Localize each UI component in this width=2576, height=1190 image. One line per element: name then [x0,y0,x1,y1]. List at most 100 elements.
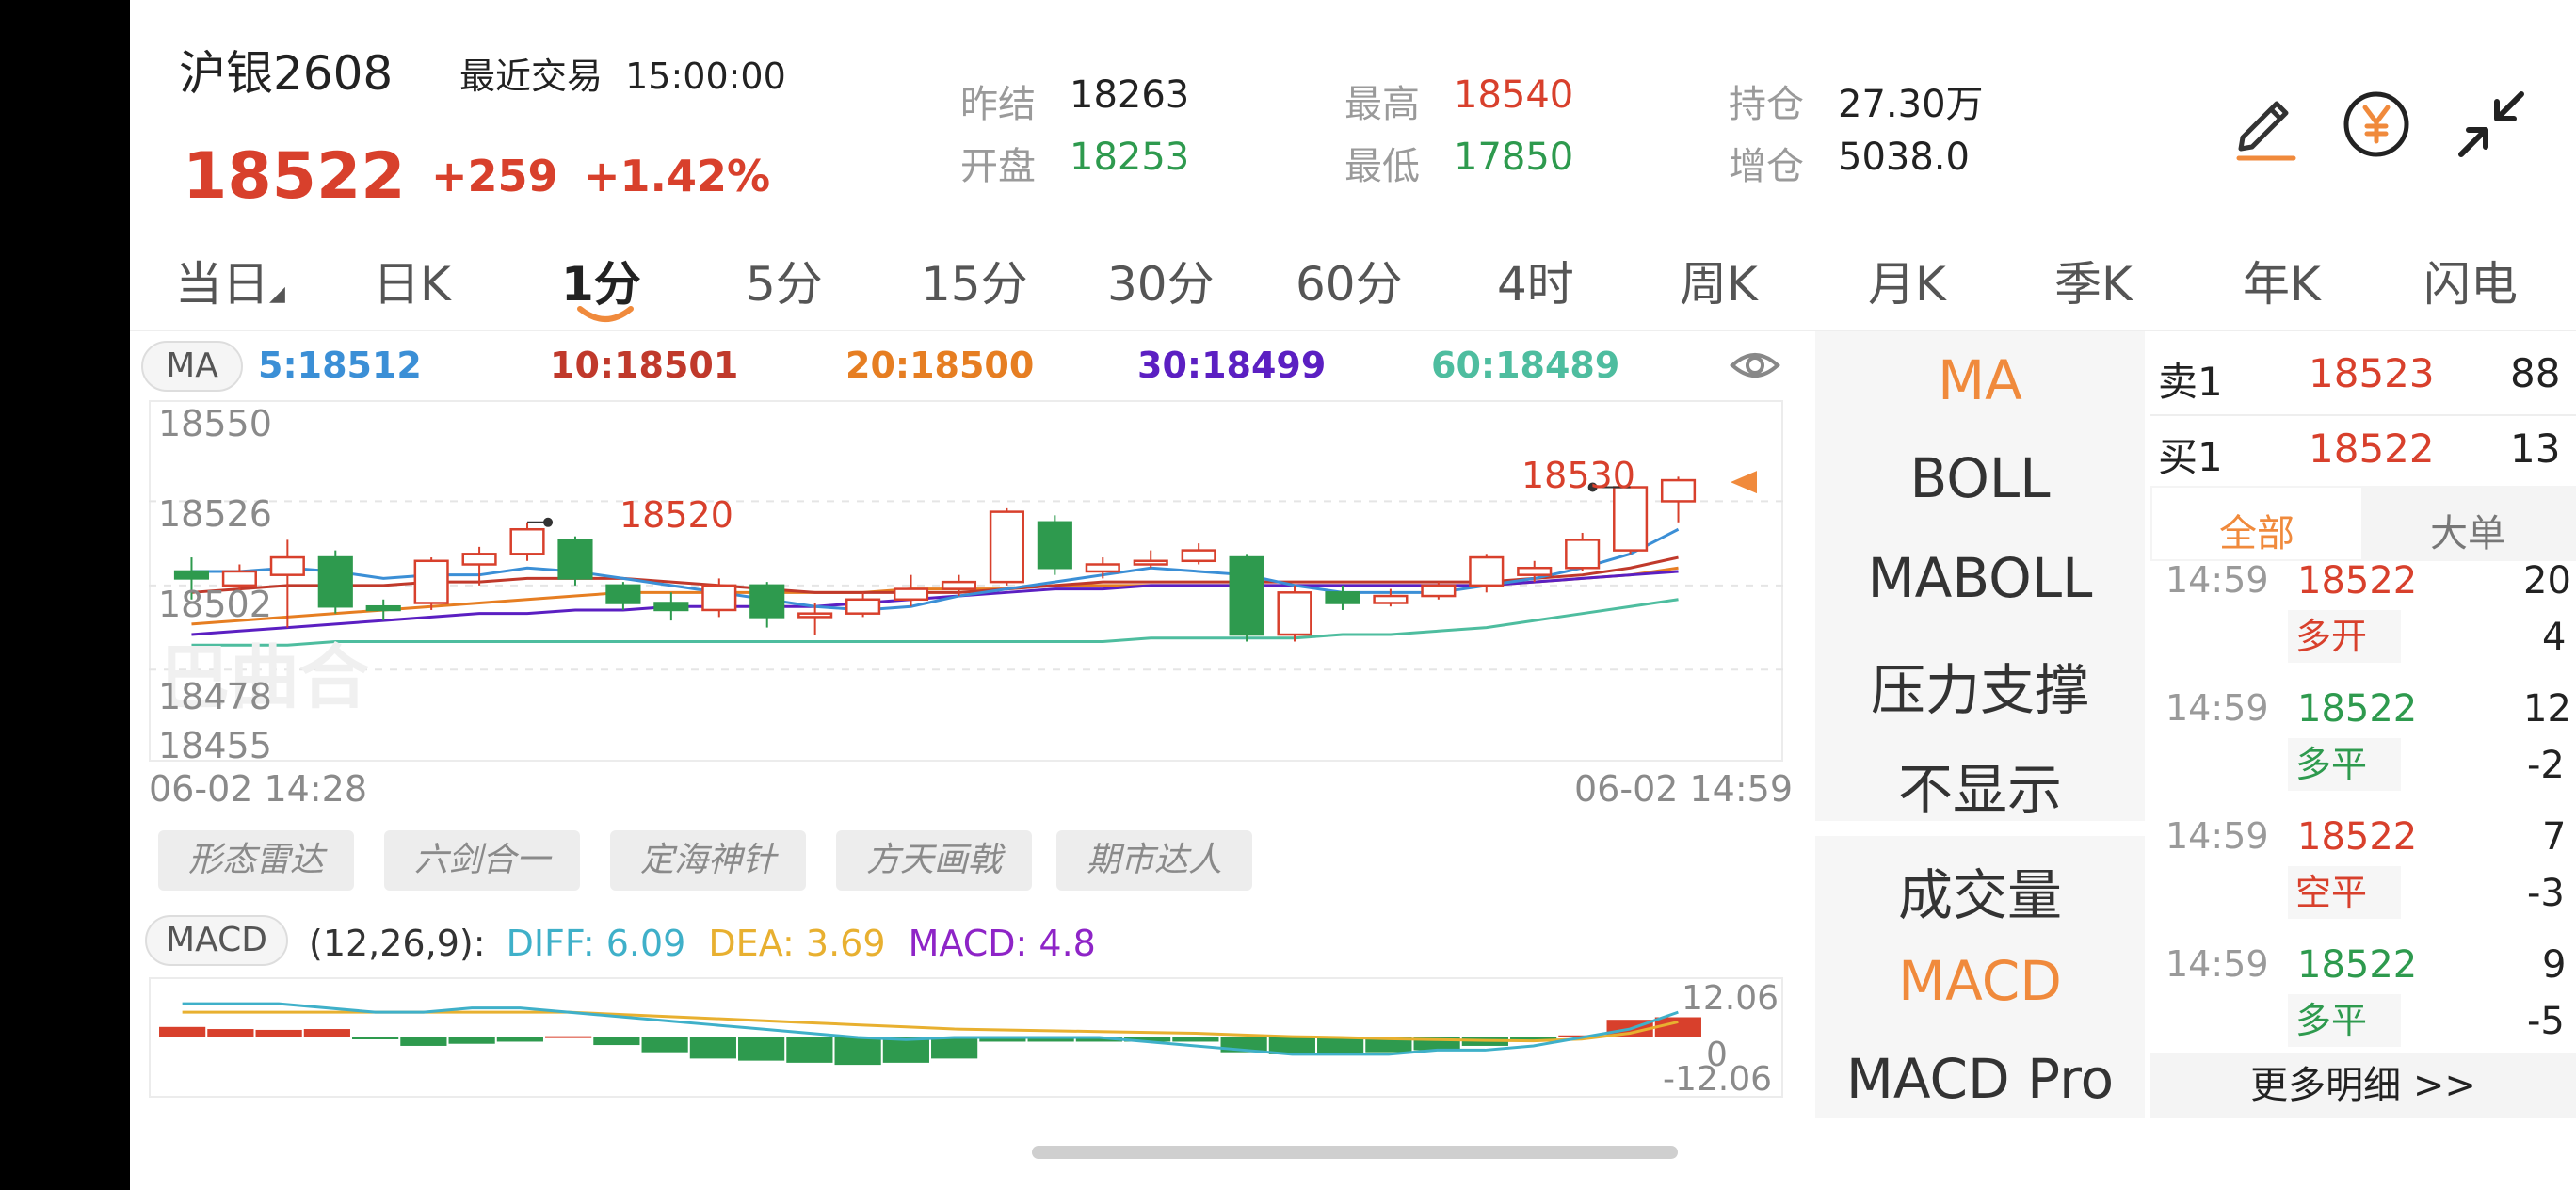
macd-dea: DEA: 3.69 [708,923,886,964]
tab-flash[interactable]: 闪电 [2423,247,2518,314]
candle-body [893,587,929,602]
macd-top-label: 12.06 [1682,979,1779,1018]
candle-body [509,527,545,555]
y-tick-0: 18550 [158,403,272,444]
macd-bar [738,1037,785,1061]
yuan-icon[interactable] [2333,81,2420,168]
time-start: 06-02 14:28 [149,768,368,810]
macd-bar [545,1036,592,1038]
tool-anchor-needle[interactable]: 定海神针 [610,830,806,891]
tab-5min[interactable]: 5分 [746,247,823,314]
tab-today[interactable]: 当日◢ [175,247,285,314]
macd-bar [834,1037,881,1066]
tool-pattern-radar[interactable]: 形态雷达 [158,830,354,891]
macd-bar [400,1037,447,1046]
stat-value-open: 18253 [1070,136,1190,179]
current-price-arrow [1731,471,1757,494]
bid-label: 买1 [2158,434,2223,480]
tab-day-k[interactable]: 日K [373,247,451,314]
tick-tag: 多平 [2288,738,2401,791]
macd-bar [255,1029,302,1037]
tab-year-k[interactable]: 年K [2243,247,2321,314]
stat-value-oi-change: 5038.0 [1838,136,1970,179]
ob-tab-large[interactable]: 大单 [2363,503,2572,557]
candle-body [365,604,401,612]
indicator-maboll[interactable]: MABOLL [1815,546,2145,610]
candle-body [1181,549,1216,563]
indicator-macd-pro[interactable]: MACD Pro [1815,1047,2145,1111]
stat-value-high: 18540 [1454,73,1574,117]
tab-30min[interactable]: 30分 [1107,247,1215,314]
macd-bar [159,1026,206,1037]
high-marker-label-2: 18530 [1521,455,1635,496]
candle-body [173,570,210,580]
candle-body [1325,591,1360,604]
tick-tag: 多开 [2288,610,2401,663]
high-marker-label: 18520 [620,494,733,536]
candle-body [461,553,497,566]
candle-body [797,612,833,619]
tab-4hour[interactable]: 4时 [1497,247,1574,314]
tick-price: 18522 [2297,943,2418,987]
macd-bar [882,1037,929,1063]
stat-label-oi-change: 增仓 [1729,145,1804,188]
home-indicator[interactable] [1032,1146,1678,1159]
indicator-ma[interactable]: MA [1815,348,2145,412]
high-marker-dot [543,517,554,527]
macd-value: MACD: 4.8 [908,923,1096,964]
macd-pill[interactable]: MACD [145,915,288,966]
candle-body [1229,555,1264,636]
candle-body [701,584,737,612]
tool-halberd[interactable]: 方天画戟 [836,830,1032,891]
tab-60min[interactable]: 60分 [1296,247,1403,314]
dea-line [182,1010,1679,1043]
bid-volume: 13 [2510,426,2561,472]
indicator-volume[interactable]: 成交量 [1815,851,2145,930]
macd-bar [641,1037,688,1053]
candle-body [845,598,881,615]
ob-divider [2150,414,2576,416]
indicator-support-resistance[interactable]: 压力支撑 [1815,646,2145,725]
eye-icon[interactable] [1729,343,1781,388]
ma-pill[interactable]: MA [141,341,243,392]
dropdown-triangle-icon: ◢ [269,282,285,306]
last-price: 18522 [183,139,406,214]
macd-bar [689,1037,736,1059]
macd-bar [1654,1017,1701,1037]
bid-price: 18522 [2309,426,2435,472]
tool-futures-expert[interactable]: 期市达人 [1056,830,1252,891]
tick-volume: 20 [2523,559,2571,603]
more-details-button[interactable]: 更多明细 >> [2150,1053,2576,1118]
indicator-boll[interactable]: BOLL [1815,446,2145,510]
macd-bar [786,1037,833,1063]
price-change-pct: +1.42% [584,151,771,201]
indicator-macd[interactable]: MACD [1815,949,2145,1013]
tab-week-k[interactable]: 周K [1680,247,1758,314]
tab-15min[interactable]: 15分 [921,247,1028,314]
macd-bar [303,1029,350,1037]
candle-body [1277,591,1312,636]
macd-bar [593,1037,640,1046]
pencil-icon[interactable] [2222,81,2309,168]
tick-volume: 7 [2542,815,2567,859]
tick-price: 18522 [2297,559,2418,603]
ask-volume: 88 [2510,350,2561,396]
tick-time: 14:59 [2165,815,2269,857]
tick-price: 18522 [2297,815,2418,859]
candle-body [1613,486,1649,552]
last-trade: 最近交易 15:00:00 [459,47,786,99]
indicator-hide[interactable]: 不显示 [1815,746,2145,825]
tab-month-k[interactable]: 月K [1868,247,1946,314]
candle-body [653,602,689,612]
tab-quarter-k[interactable]: 季K [2054,247,2133,314]
candle-body [989,510,1024,584]
ob-tab-all[interactable]: 全部 [2152,503,2361,557]
macd-chart[interactable] [149,977,1783,1098]
active-tab-indicator [577,306,634,322]
contract-title: 沪银2608 [179,46,394,101]
tool-six-swords[interactable]: 六剑合一 [384,830,580,891]
tick-tag: 多平 [2288,994,2401,1047]
collapse-icon[interactable] [2448,81,2535,168]
ma5-value: 5:18512 [258,345,422,386]
stat-value-open-interest: 27.30万 [1838,83,1984,126]
